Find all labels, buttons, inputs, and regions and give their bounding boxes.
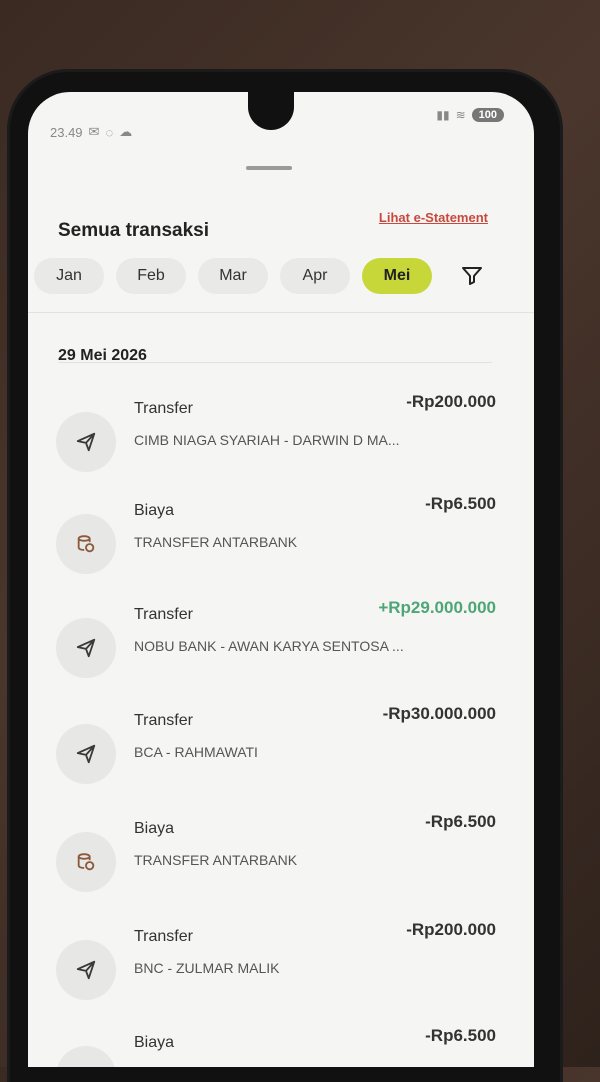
notification-icon: ◌ [105,124,114,140]
transaction-type: Biaya [134,1034,175,1051]
status-time: 23.49 [50,124,83,140]
page-title: Semua transaksi [58,220,210,241]
filter-icon[interactable] [460,264,484,288]
transaction-row[interactable]: Transfer BCA - RAHMAWATI -Rp30.000.000 [56,704,496,802]
month-tabs: Jan Feb Mar Apr Mei [34,258,432,294]
transaction-amount: -Rp6.500 [425,812,496,831]
battery-badge: 100 [471,108,504,122]
divider [28,312,534,313]
send-icon [56,940,116,1000]
send-icon [56,724,116,784]
transaction-type: Transfer [134,400,193,417]
transaction-desc: CIMB NIAGA SYARIAH - DARWIN D MA... [134,432,400,448]
sheet-drag-handle[interactable] [246,166,292,170]
tab-feb[interactable]: Feb [116,258,186,294]
transaction-row[interactable]: Biaya TRANSFER ANTARBANK -Rp6.500 [56,812,496,910]
tab-mar[interactable]: Mar [198,258,268,294]
coins-icon [56,832,116,892]
cloud-icon: ☁ [119,124,133,139]
transaction-desc: NOBU BANK - AWAN KARYA SENTOSA ... [134,638,404,654]
transaction-row[interactable]: Transfer BNC - ZULMAR MALIK -Rp200.000 [56,920,496,1018]
transaction-amount: +Rp29.000.000 [378,598,496,617]
transaction-amount: -Rp200.000 [406,392,496,411]
app-screen: 23.49 ✉ ◌ ☁ ▮▮ ≋ 100 Semua transaksi Lih… [28,92,534,1067]
transaction-row[interactable]: Biaya TRANSFER ANTARBANK -Rp6.500 [56,494,496,592]
transaction-type: Biaya [134,820,175,837]
status-bar-left: 23.49 ✉ ◌ ☁ [50,124,132,140]
coins-icon [56,514,116,574]
estatement-link[interactable]: Lihat e-Statement [379,210,488,225]
transaction-type: Biaya [134,502,175,519]
transaction-type: Transfer [134,606,193,623]
mail-icon: ✉ [88,124,100,139]
transaction-row[interactable]: Biaya -Rp6.500 [56,1026,496,1067]
send-icon [56,412,116,472]
tab-apr[interactable]: Apr [280,258,350,294]
send-icon [56,618,116,678]
tab-mei[interactable]: Mei [362,258,432,294]
transaction-amount: -Rp6.500 [425,494,496,513]
date-divider [58,362,492,363]
transaction-row[interactable]: Transfer CIMB NIAGA SYARIAH - DARWIN D M… [56,392,496,490]
transaction-desc: TRANSFER ANTARBANK [134,534,298,550]
transaction-type: Transfer [134,712,193,729]
transaction-row[interactable]: Transfer NOBU BANK - AWAN KARYA SENTOSA … [56,598,496,696]
coins-icon [56,1046,116,1067]
transaction-desc: TRANSFER ANTARBANK [134,852,298,868]
status-bar-right: ▮▮ ≋ 100 [436,108,504,122]
transaction-desc: BNC - ZULMAR MALIK [134,960,280,976]
transaction-amount: -Rp6.500 [425,1026,496,1045]
signal-icon: ▮▮ [436,108,450,122]
transaction-amount: -Rp200.000 [406,920,496,939]
transaction-desc: BCA - RAHMAWATI [134,744,258,760]
transaction-type: Transfer [134,928,193,945]
transaction-amount: -Rp30.000.000 [382,704,496,723]
tab-jan[interactable]: Jan [34,258,104,294]
wifi-icon: ≋ [455,108,466,122]
